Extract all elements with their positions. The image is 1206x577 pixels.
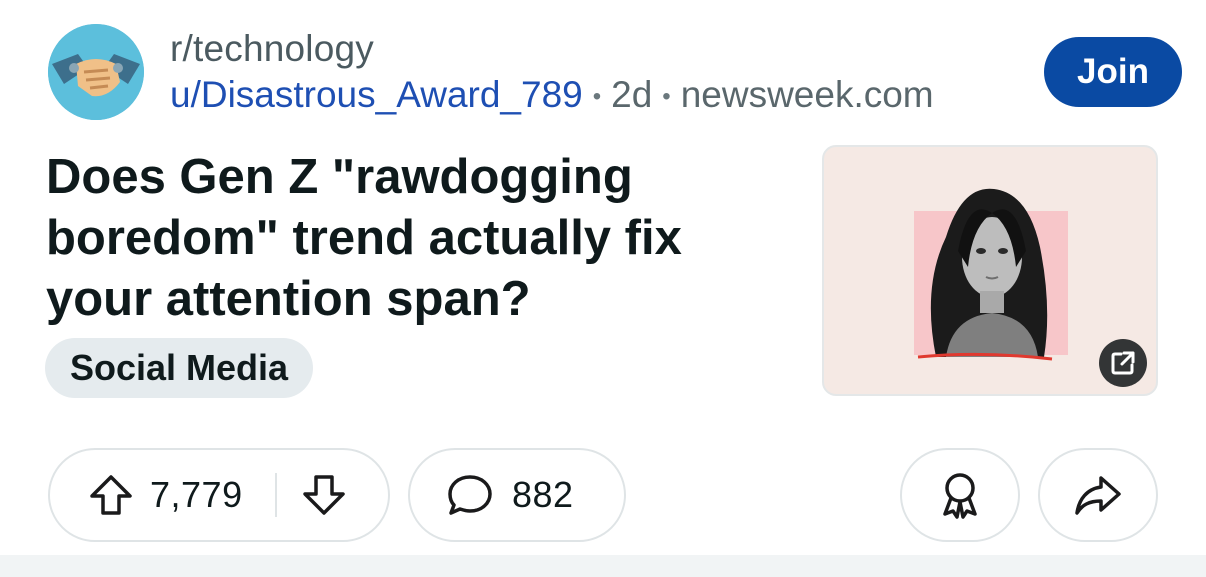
join-button[interactable]: Join — [1044, 37, 1182, 107]
meta-separator: • — [592, 83, 602, 111]
post-title[interactable]: Does Gen Z "rawdogging boredom" trend ac… — [46, 147, 766, 330]
subreddit-avatar[interactable] — [48, 24, 144, 120]
arrow-up-icon — [90, 475, 132, 515]
handshake-icon — [48, 24, 144, 120]
thumbnail-photo — [914, 188, 1068, 361]
award-icon — [943, 473, 977, 519]
post-age: 2d — [611, 74, 653, 115]
arrow-down-icon — [302, 475, 345, 515]
share-button[interactable] — [1038, 448, 1158, 542]
share-arrow-icon — [1075, 476, 1121, 515]
post-meta: u/Disastrous_Award_789 • 2d • newsweek.com — [170, 74, 934, 116]
vote-bar: 7,779 — [48, 448, 390, 542]
vote-count: 7,779 — [150, 474, 243, 515]
vote-divider — [274, 473, 277, 517]
comment-count: 882 — [512, 474, 574, 515]
source-domain[interactable]: newsweek.com — [681, 74, 934, 115]
external-link-badge[interactable] — [1099, 339, 1147, 387]
feed-separator — [0, 555, 1206, 577]
upvote-button[interactable] — [88, 473, 134, 517]
author-link[interactable]: u/Disastrous_Award_789 — [170, 74, 583, 115]
award-button[interactable] — [900, 448, 1020, 542]
post-card[interactable]: r/technology u/Disastrous_Award_789 • 2d • n… — [0, 0, 1206, 555]
post-flair[interactable]: Social Media — [45, 338, 314, 398]
meta-separator: • — [662, 83, 671, 111]
link-thumbnail[interactable] — [822, 145, 1158, 396]
subreddit-name[interactable]: r/technology — [170, 28, 374, 70]
downvote-button[interactable] — [301, 473, 347, 517]
external-link-icon — [1111, 351, 1135, 375]
comment-bubble-icon — [448, 475, 492, 515]
comments-button[interactable]: 882 — [408, 448, 626, 542]
